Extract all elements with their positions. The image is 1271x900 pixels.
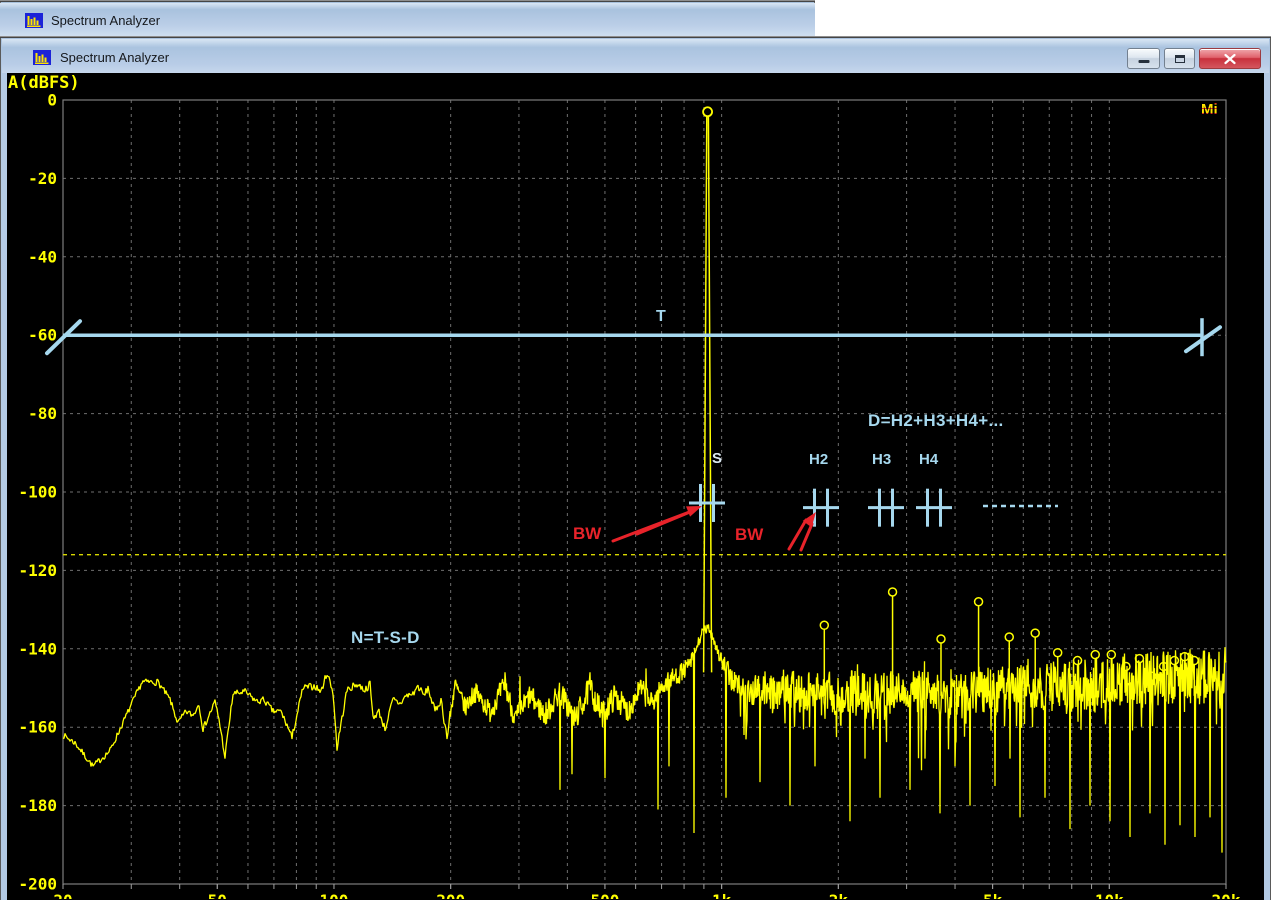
spectrum-analyzer-window: Spectrum Analyzer [0,36,1271,900]
restore-icon [1175,55,1185,63]
close-icon [1224,53,1237,64]
spectrum-analyzer-app-icon [33,50,51,65]
desktop: { "back_window": { "title": "Spectrum An… [0,0,1271,899]
minimize-icon [1138,60,1149,63]
window-titlebar[interactable]: Spectrum Analyzer [2,39,1269,73]
minimize-button[interactable] [1127,48,1160,69]
background-window[interactable]: Spectrum Analyzer [0,0,815,36]
window-controls [1127,48,1261,69]
maximize-button[interactable] [1164,48,1195,69]
background-window-titlebar[interactable]: Spectrum Analyzer [0,3,815,36]
close-button[interactable] [1199,48,1261,69]
plot-client-area [7,73,1264,900]
window-title: Spectrum Analyzer [60,50,169,65]
background-window-title: Spectrum Analyzer [51,13,160,28]
spectrum-analyzer-app-icon [25,13,43,28]
